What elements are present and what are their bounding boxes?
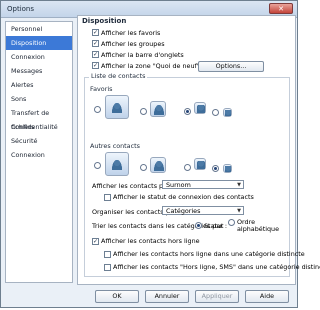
- others-size-radio-tiny[interactable]: [212, 165, 219, 172]
- show-status-label: Afficher le statut de connexion des cont…: [113, 193, 254, 201]
- section-title: Disposition: [82, 17, 127, 25]
- favorites-size-radio-medium[interactable]: [140, 108, 147, 115]
- favorites-size-radio-tiny[interactable]: [212, 109, 219, 116]
- offline-contacts-label: Afficher les contacts hors ligne: [101, 237, 200, 245]
- checkbox-label-onglets: Afficher la barre d'onglets: [101, 51, 184, 59]
- settings-panel: Disposition Afficher les favoris Affiche…: [77, 15, 320, 285]
- others-avatar-tiny: [223, 164, 232, 173]
- window-title: Options: [7, 5, 35, 13]
- sidebar-item-securite[interactable]: Sécurité: [6, 134, 72, 148]
- checkbox-label-quoi-de-neuf: Afficher la zone "Quoi de neuf": [101, 62, 200, 70]
- favorites-avatar-small: [194, 102, 206, 114]
- others-avatar-small: [194, 158, 206, 170]
- person-icon: [225, 110, 231, 116]
- sort-alpha-radio[interactable]: [228, 219, 235, 226]
- favorites-size-radio-small[interactable]: [184, 108, 191, 115]
- checkbox-quoi-de-neuf[interactable]: [92, 62, 99, 69]
- options-window: Options ✕ Personnel Disposition Connexio…: [0, 0, 320, 308]
- checkbox-onglets[interactable]: [92, 51, 99, 58]
- sidebar-item-connexion-2[interactable]: Connexion: [6, 148, 72, 162]
- checkbox-label-favoris: Afficher les favoris: [101, 29, 161, 37]
- ok-button[interactable]: OK: [95, 290, 139, 303]
- person-icon: [112, 103, 122, 113]
- offline-separate-label: Afficher les contacts hors ligne dans un…: [113, 250, 305, 258]
- organize-select[interactable]: Catégories: [162, 206, 244, 215]
- favorites-avatar-tiny: [223, 108, 232, 117]
- person-icon: [154, 105, 164, 115]
- sidebar-item-personnel[interactable]: Personnel: [6, 22, 72, 36]
- sort-status-radio[interactable]: [195, 222, 202, 229]
- favorites-avatar-large: [105, 95, 129, 119]
- sidebar-item-transfert[interactable]: Transfert de fichiers: [6, 106, 72, 131]
- person-icon: [225, 166, 231, 172]
- favorites-size-radio-large[interactable]: [94, 106, 101, 113]
- sidebar-item-alertes[interactable]: Alertes: [6, 78, 72, 92]
- close-button[interactable]: ✕: [269, 3, 293, 14]
- others-size-radio-small[interactable]: [184, 164, 191, 171]
- others-size-radio-large[interactable]: [94, 162, 101, 169]
- others-avatar-large: [105, 152, 129, 176]
- checkbox-favoris[interactable]: [92, 29, 99, 36]
- person-icon: [197, 161, 205, 169]
- offline-contacts-checkbox[interactable]: [92, 238, 99, 245]
- close-icon: ✕: [278, 5, 284, 13]
- other-contacts-label: Autres contacts: [90, 142, 140, 150]
- contact-list-group-title: Liste de contacts: [89, 72, 148, 80]
- sms-separate-checkbox[interactable]: [104, 264, 111, 271]
- options-button[interactable]: Options...: [198, 61, 264, 72]
- sidebar-item-sons[interactable]: Sons: [6, 92, 72, 106]
- sort-alpha-label: Ordre alphabétique: [237, 218, 280, 233]
- apply-button[interactable]: Appliquer: [195, 290, 239, 303]
- person-icon: [154, 161, 164, 171]
- sidebar: Personnel Disposition Connexion Messages…: [5, 21, 73, 283]
- offline-separate-checkbox[interactable]: [104, 251, 111, 258]
- person-icon: [197, 105, 205, 113]
- sidebar-item-disposition[interactable]: Disposition: [6, 36, 72, 50]
- sidebar-item-connexion[interactable]: Connexion: [6, 50, 72, 64]
- others-avatar-medium: [150, 157, 166, 173]
- sidebar-item-confidentialite[interactable]: Confidentialité: [6, 120, 72, 134]
- favorites-label: Favoris: [90, 85, 113, 93]
- cancel-button[interactable]: Annuler: [145, 290, 189, 303]
- favorites-avatar-medium: [150, 101, 166, 117]
- show-status-checkbox[interactable]: [104, 194, 111, 201]
- person-icon: [112, 160, 122, 170]
- others-size-radio-medium[interactable]: [140, 164, 147, 171]
- checkbox-groupes[interactable]: [92, 40, 99, 47]
- checkbox-label-groupes: Afficher les groupes: [101, 40, 165, 48]
- help-button[interactable]: Aide: [245, 290, 289, 303]
- sort-status-label: Statut: [204, 222, 224, 230]
- show-contacts-select[interactable]: Surnom: [162, 180, 244, 189]
- sms-separate-label: Afficher les contacts "Hors ligne, SMS" …: [113, 263, 320, 271]
- sidebar-item-messages[interactable]: Messages: [6, 64, 72, 78]
